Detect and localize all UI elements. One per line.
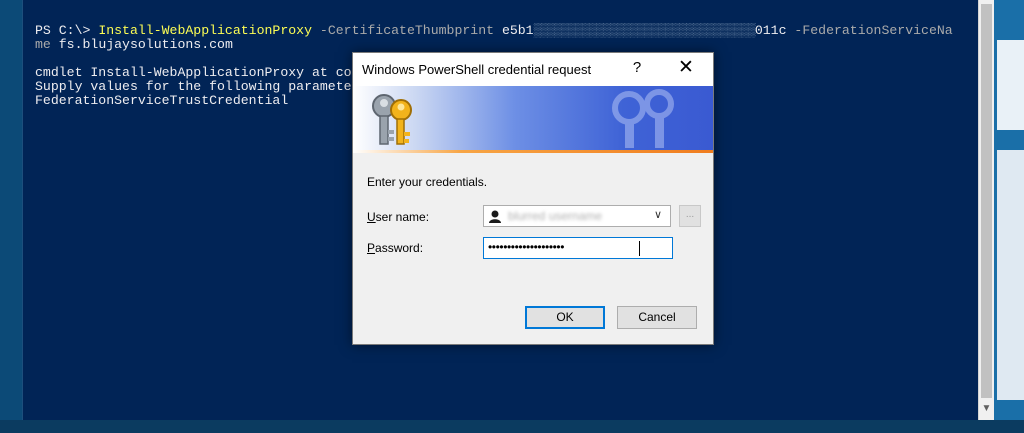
cancel-button[interactable]: Cancel (617, 306, 697, 329)
password-value: •••••••••••••••••••• (488, 240, 565, 254)
credential-dialog: Windows PowerShell credential request ? … (352, 52, 714, 345)
background-window-bottom (997, 150, 1024, 400)
text-caret (639, 241, 640, 256)
desktop-left-edge (0, 0, 22, 433)
desktop-bottom-edge (0, 420, 1024, 433)
desktop-right-edge (993, 0, 1024, 433)
console-scrollbar[interactable]: ▼ (978, 0, 994, 420)
dialog-banner (353, 86, 713, 153)
password-label: Password: (367, 241, 424, 255)
user-name-value: blurred username (508, 209, 603, 223)
user-icon (488, 209, 502, 223)
dialog-titlebar[interactable]: Windows PowerShell credential request ? … (353, 53, 713, 86)
background-window-top (997, 40, 1024, 130)
help-icon[interactable]: ? (627, 59, 647, 76)
scrollbar-thumb[interactable] (981, 4, 992, 398)
keys-watermark-icon (612, 89, 674, 148)
user-name-label: User name: (367, 210, 430, 224)
credentials-prompt: Enter your credentials. (367, 175, 488, 189)
password-field[interactable]: •••••••••••••••••••• (483, 237, 673, 259)
chevron-down-icon[interactable]: ∨ (654, 208, 662, 221)
keys-icon (372, 94, 412, 145)
close-icon[interactable]: ✕ (671, 56, 701, 79)
ok-button[interactable]: OK (525, 306, 605, 329)
scroll-down-icon[interactable]: ▼ (979, 402, 994, 416)
browse-button[interactable]: ... (679, 205, 701, 227)
banner-accent-stripe (353, 150, 713, 153)
dialog-title: Windows PowerShell credential request (362, 62, 592, 77)
user-name-combobox[interactable]: blurred username ∨ (483, 205, 671, 227)
